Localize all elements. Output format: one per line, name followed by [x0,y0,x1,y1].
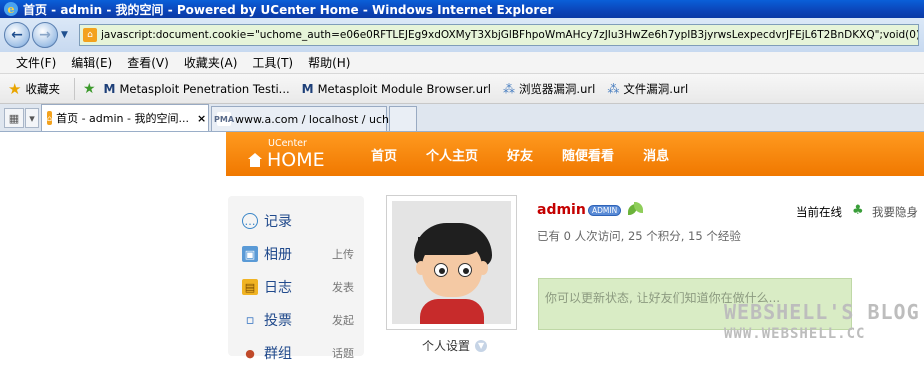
nav-friends[interactable]: 好友 [507,145,533,164]
avatar-eye [458,263,472,277]
tab-label: www.a.com / localhost / uch... [235,112,400,126]
new-tab-button[interactable] [389,106,417,131]
sidebar-item-blog[interactable]: ▤ 日志 发表 [242,275,354,299]
admin-badge: ADMIN [588,205,622,216]
sidebar-upload-link[interactable]: 上传 [332,246,354,262]
group-icon: ● [245,346,255,360]
back-button[interactable]: ← [4,22,30,48]
nav-home[interactable]: 首页 [371,145,397,164]
window-title: 首页 - admin - 我的空间 - Powered by UCenter H… [23,2,554,17]
menu-favorites[interactable]: 收藏夹(A) [184,54,238,71]
go-invisible-link[interactable]: 我要隐身 [872,204,918,220]
menu-view[interactable]: 查看(V) [127,54,169,71]
favorite-item-metasploit-browser[interactable]: M Metasploit Module Browser.url [302,82,491,96]
sidebar-item-records[interactable]: … 记录 [242,209,354,233]
chevron-down-icon: ▼ [475,339,488,352]
tab-label: 首页 - admin - 我的空间... [56,112,189,125]
sidebar-item-groups[interactable]: ● 群组 话题 [242,341,354,365]
sidebar-publish-link[interactable]: 发表 [332,279,354,295]
house-icon [248,153,262,167]
menu-bar: 文件(F) 编辑(E) 查看(V) 收藏夹(A) 工具(T) 帮助(H) [0,52,924,74]
photo-icon: ▣ [242,246,258,262]
favorite-item-label: Metasploit Penetration Testi... [119,81,290,96]
page-left-margin [0,132,226,356]
sidebar-item-label: 记录 [264,214,292,230]
site-logo[interactable]: UCenter HOME [248,138,325,171]
avatar-settings-label: 个人设置 [422,339,471,353]
sidebar-item-label: 日志 [264,280,292,296]
close-tab-icon[interactable]: × [197,112,206,125]
site-nav: 首页 个人主页 好友 随便看看 消息 [371,132,698,176]
chat-icon: … [242,213,258,229]
favorite-item-browser-vuln[interactable]: ⁂ 浏览器漏洞.url [503,81,595,97]
recent-pages-dropdown-icon[interactable]: ▼ [61,30,73,40]
quick-tabs-grid-icon[interactable]: ▦ [4,108,24,128]
avatar-shirt [420,299,484,324]
menu-help[interactable]: 帮助(H) [308,54,350,71]
menu-edit[interactable]: 编辑(E) [71,54,112,71]
sidebar-item-label: 投票 [264,313,292,329]
sidebar-item-label: 群组 [264,346,292,362]
avatar-fringe [418,237,484,255]
profile-username[interactable]: admin [537,202,586,218]
favorite-item-file-vuln[interactable]: ⁂ 文件漏洞.url [607,81,688,97]
tab-list-dropdown-icon[interactable]: ▾ [25,108,39,128]
sidebar-topics-link[interactable]: 话题 [332,345,354,361]
menu-tools[interactable]: 工具(T) [252,54,293,71]
favorite-item-label: 浏览器漏洞.url [518,81,596,96]
address-text[interactable]: javascript:document.cookie="uchome_auth=… [101,29,918,41]
notebook-icon: ▤ [242,279,258,295]
quick-tabs: ▦ ▾ [0,105,39,131]
watermark-line1: WEBSHELL'S BLOG [724,300,920,324]
favorites-label: 收藏夹 [25,81,60,96]
tab-phpmyadmin[interactable]: PMA www.a.com / localhost / uch... [211,106,399,131]
nav-messages[interactable]: 消息 [643,145,669,164]
add-favorite-icon[interactable]: ★ [83,81,96,97]
tab-home[interactable]: ⌂ 首页 - admin - 我的空间... × [41,104,209,131]
metasploit-icon: M [103,81,116,96]
address-field[interactable]: ⌂ javascript:document.cookie="uchome_aut… [79,24,919,46]
navigation-bar: ← → ▼ ⌂ javascript:document.cookie="ucho… [0,18,924,52]
online-status-label: 当前在线 [796,205,842,219]
forward-button[interactable]: → [32,22,58,48]
logo-small-text: UCenter [268,138,307,149]
profile-stats: 已有 0 人次访问, 25 个积分, 15 个经验 [537,229,741,243]
clover-icon: ♣ [852,203,864,218]
uchome-favicon-icon: ⌂ [47,111,53,125]
avatar-settings-link[interactable]: 个人设置 ▼ [422,337,488,354]
favorite-item-label: Metasploit Module Browser.url [317,81,491,96]
poll-chart-icon: ▫ [245,312,255,328]
sidebar-item-poll[interactable]: ▫ 投票 发起 [242,308,354,332]
favorites-bar: ★ 收藏夹 ★ M Metasploit Penetration Testi..… [0,74,924,104]
page-favicon-icon: ⌂ [83,28,97,42]
link-icon: ⁂ [607,81,620,96]
metasploit-icon: M [301,81,314,96]
sidebar-item-album[interactable]: ▣ 相册 上传 [242,242,354,266]
avatar[interactable] [392,201,511,324]
sidebar-start-poll-link[interactable]: 发起 [332,312,354,328]
favorite-item-metasploit-testing[interactable]: M Metasploit Penetration Testi... [104,82,290,96]
phpmyadmin-favicon-icon: PMA [214,112,234,126]
leaf-badge-icon [628,202,644,216]
logo-big-text: HOME [248,149,325,171]
site-header: UCenter HOME 首页 个人主页 好友 随便看看 消息 [226,132,924,176]
tab-bar: ▦ ▾ ⌂ 首页 - admin - 我的空间... × PMA www.a.c… [0,104,924,132]
divider [73,77,75,100]
window-titlebar: e 首页 - admin - 我的空间 - Powered by UCenter… [0,0,924,18]
link-icon: ⁂ [502,81,515,96]
ie-logo-icon: e [4,2,18,16]
nav-browse[interactable]: 随便看看 [562,145,614,164]
nav-personal-page[interactable]: 个人主页 [426,145,478,164]
avatar-eye [434,263,448,277]
sidebar-menu: … 记录 ▣ 相册 上传 ▤ 日志 发表 ▫ 投票 发起 ● 群组 话题 [228,196,364,362]
sidebar-item-label: 相册 [264,247,292,263]
favorite-item-label: 文件漏洞.url [623,81,689,96]
star-icon: ★ [8,79,22,98]
watermark-line2: WWW.WEBSHELL.CC [724,326,866,342]
logo-home-label: HOME [267,149,325,171]
avatar-frame [386,195,517,330]
favorites-button[interactable]: ★ 收藏夹 [8,80,60,98]
menu-file[interactable]: 文件(F) [16,54,56,71]
